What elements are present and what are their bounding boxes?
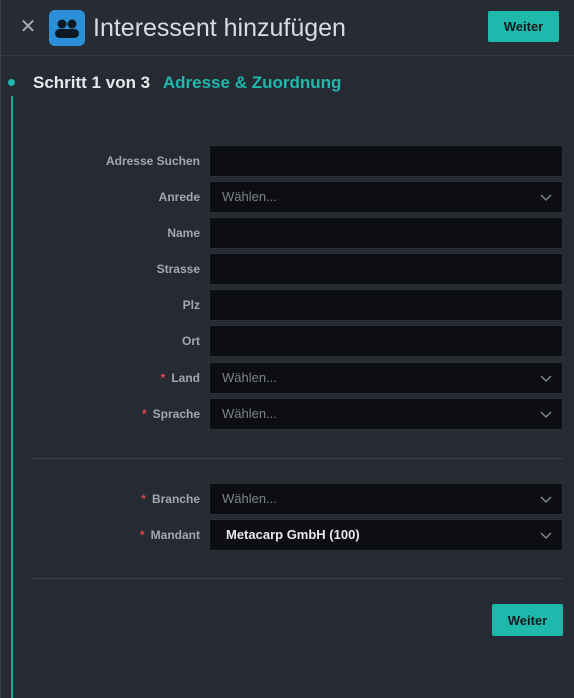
next-button-bottom[interactable]: Weiter <box>492 604 563 636</box>
form-row-salutation: Anrede Wählen... <box>1 181 574 213</box>
client-select[interactable]: Metacarp GmbH (100) <box>209 519 563 551</box>
industry-placeholder: Wählen... <box>222 491 277 506</box>
country-placeholder: Wählen... <box>222 370 277 385</box>
dialog: ✕ Interessent hinzufügen Weiter Schritt … <box>0 0 574 698</box>
form-row-zip: Plz <box>1 289 574 321</box>
client-value: Metacarp GmbH (100) <box>226 527 360 542</box>
required-marker: * <box>141 492 146 506</box>
client-label-text: Mandant <box>150 528 200 542</box>
form-row-city: Ort <box>1 325 574 357</box>
industry-label: * Branche <box>141 483 200 515</box>
close-icon[interactable]: ✕ <box>17 16 39 38</box>
required-marker: * <box>141 407 147 421</box>
city-label: Ort <box>182 334 200 348</box>
form-row-language: * Sprache Wählen... <box>1 398 574 430</box>
form-row-address-search: Adresse Suchen <box>1 145 574 177</box>
chevron-down-icon <box>540 375 552 382</box>
name-label: Name <box>167 226 200 240</box>
industry-label-text: Branche <box>151 492 200 506</box>
street-input[interactable] <box>209 253 563 285</box>
section-divider <box>33 458 563 459</box>
language-placeholder: Wählen... <box>222 406 277 421</box>
required-marker: * <box>160 371 166 385</box>
dialog-title: Interessent hinzufügen <box>93 14 346 42</box>
chevron-down-icon <box>540 194 552 201</box>
industry-select[interactable]: Wählen... <box>209 483 563 515</box>
dialog-header: ✕ Interessent hinzufügen Weiter <box>1 0 574 56</box>
salutation-placeholder: Wählen... <box>222 189 277 204</box>
salutation-label: Anrede <box>158 190 200 204</box>
form-row-country: * Land Wählen... <box>1 362 574 394</box>
country-label-text: Land <box>171 371 200 385</box>
country-select[interactable]: Wählen... <box>209 362 563 394</box>
city-input[interactable] <box>209 325 563 357</box>
chevron-down-icon <box>540 496 552 503</box>
language-label-text: Sprache <box>152 407 200 421</box>
zip-input[interactable] <box>209 289 563 321</box>
country-label: * Land <box>161 362 200 394</box>
step-name: Adresse & Zuordnung <box>162 73 342 92</box>
form-row-street: Strasse <box>1 253 574 285</box>
step-indicator-dot <box>8 79 15 86</box>
contacts-icon <box>49 10 85 46</box>
client-label: * Mandant <box>140 519 200 551</box>
language-select[interactable]: Wählen... <box>209 398 563 430</box>
language-label: * Sprache <box>142 398 200 430</box>
section-divider <box>33 578 563 579</box>
chevron-down-icon <box>540 532 552 539</box>
address-search-label: Adresse Suchen <box>105 154 200 168</box>
step-heading: Schritt 1 von 3 Adresse & Zuordnung <box>33 72 341 94</box>
zip-label: Plz <box>182 298 200 312</box>
form-row-name: Name <box>1 217 574 249</box>
required-marker: * <box>139 528 145 542</box>
form-row-industry: * Branche Wählen... <box>1 483 574 515</box>
address-search-input[interactable] <box>209 145 563 177</box>
form-row-client: * Mandant Metacarp GmbH (100) <box>1 519 574 551</box>
name-input[interactable] <box>209 217 563 249</box>
street-label: Strasse <box>156 262 200 276</box>
step-counter: Schritt 1 von 3 <box>33 73 151 92</box>
chevron-down-icon <box>540 411 552 418</box>
salutation-select[interactable]: Wählen... <box>209 181 563 213</box>
next-button-top[interactable]: Weiter <box>488 11 559 42</box>
